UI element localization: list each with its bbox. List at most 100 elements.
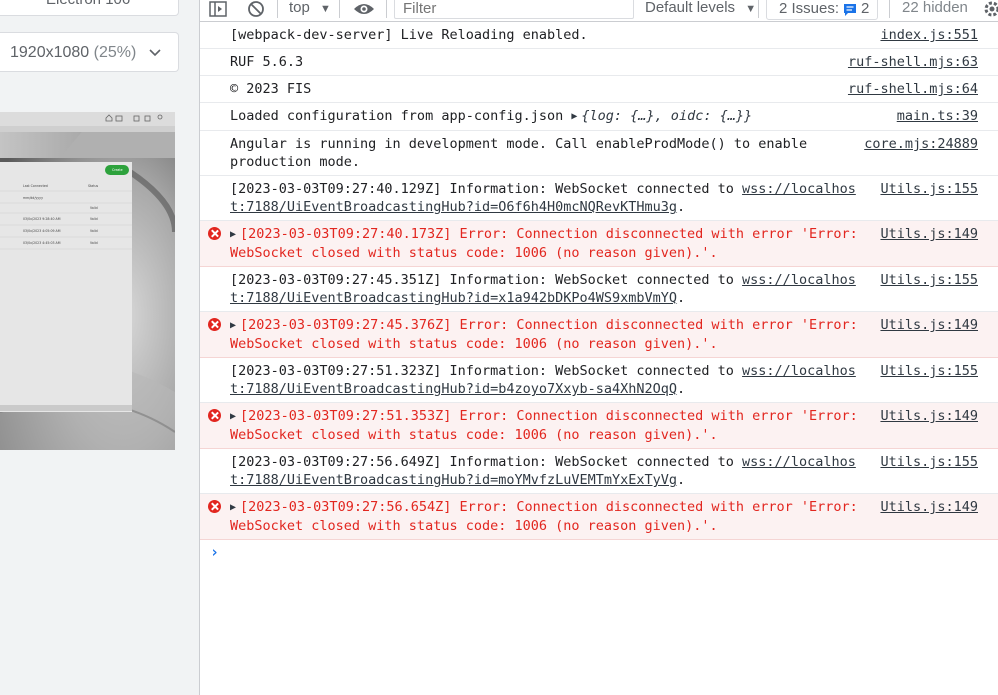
source-link[interactable]: Utils.js:155 [880,453,978,471]
toolbar-separator [386,0,387,18]
console-messages[interactable]: [webpack-dev-server] Live Reloading enab… [200,22,998,566]
source-link[interactable]: Utils.js:149 [880,407,978,425]
device-panel: Electron 106 1920x1080 (25%) [0,0,199,695]
caret-down-icon: ▼ [745,3,757,15]
message-tail: . [677,472,686,488]
message-text: [2023-03-03T09:27:51.323Z] Information: … [230,362,858,398]
error-icon [208,318,221,331]
svg-text:03/0x/2023 4:45:03 AM: 03/0x/2023 4:45:03 AM [23,241,61,245]
message-body: [2023-03-03T09:27:45.351Z] Information: … [230,272,743,288]
svg-text:Valid: Valid [90,206,98,210]
console-error: ▶ [2023-03-03T09:27:51.353Z] Error: Conne… [200,403,998,449]
toolbar-separator [889,0,890,18]
message-text: ▶ [2023-03-03T09:27:40.173Z] Error: Conne… [230,225,858,262]
zoom-value: (25%) [93,44,137,61]
object-preview[interactable]: {log: {…}, oidc: {…}} [581,108,752,124]
console-message: [2023-03-03T09:27:51.323Z] Information: … [200,358,998,403]
source-link[interactable]: Utils.js:155 [880,362,978,380]
eye-icon[interactable] [352,0,376,19]
device-selector[interactable]: Electron 106 [0,0,179,16]
preview-canvas: Last Connected Status Create mm/dd/yyyy … [0,112,175,450]
expand-triangle-icon[interactable]: ▶ [230,317,236,335]
message-tail: . [677,381,686,397]
svg-text:Valid: Valid [90,241,98,245]
issues-button[interactable]: 2 Issues: 2 [766,0,878,20]
message-text: ▶ [2023-03-03T09:27:56.654Z] Error: Conne… [230,498,858,535]
source-link[interactable]: Utils.js:149 [880,498,978,516]
resolution-text: 1920x1080 (25%) [10,44,136,62]
expand-triangle-icon[interactable]: ▶ [230,226,236,244]
device-label: Electron 106 [46,0,130,8]
source-link[interactable]: Utils.js:155 [880,271,978,289]
console-error: ▶ [2023-03-03T09:27:56.654Z] Error: Conne… [200,494,998,540]
chevron-down-icon [149,49,161,57]
expand-triangle-icon[interactable]: ▶ [230,499,236,517]
toolbar-separator [277,0,278,18]
resolution-value: 1920x1080 [10,44,90,61]
console-message: Loaded configuration from app-config.jso… [200,103,998,131]
message-text: ▶ [2023-03-03T09:27:45.376Z] Error: Conne… [230,316,858,353]
error-text: [2023-03-03T09:27:51.353Z] Error: Connec… [230,408,866,443]
svg-text:03/0x/2023 4:05:09 AM: 03/0x/2023 4:05:09 AM [23,229,61,233]
console-message: [webpack-dev-server] Live Reloading enab… [200,22,998,49]
message-icon [844,4,856,16]
message-text: [2023-03-03T09:27:45.351Z] Information: … [230,271,858,307]
expand-triangle-icon[interactable]: ▶ [571,108,577,126]
console-message: [2023-03-03T09:27:45.351Z] Information: … [200,267,998,312]
source-link[interactable]: Utils.js:155 [880,180,978,198]
issues-count: 2 [861,0,870,17]
console-message: [2023-03-03T09:27:40.129Z] Information: … [200,176,998,221]
source-link[interactable]: core.mjs:24889 [864,135,978,153]
resolution-selector[interactable]: 1920x1080 (25%) [0,32,179,72]
message-text: Loaded configuration from app-config.jso… [230,107,858,126]
filter-input[interactable] [394,0,634,19]
issues-label: 2 Issues: [779,0,840,17]
app-preview[interactable]: Last Connected Status Create mm/dd/yyyy … [0,112,175,450]
log-levels-label: Default levels [645,0,736,16]
source-link[interactable]: Utils.js:149 [880,316,978,334]
toolbar-separator [339,0,340,18]
caret-down-icon: ▼ [320,3,331,15]
prompt-chevron-icon: › [210,543,220,561]
message-text: [2023-03-03T09:27:40.129Z] Information: … [230,180,858,216]
error-icon [208,409,221,422]
console-message: © 2023 FIS ruf-shell.mjs:64 [200,76,998,103]
message-text: Angular is running in development mode. … [230,136,816,170]
message-text: [webpack-dev-server] Live Reloading enab… [230,27,588,43]
console-message: Angular is running in development mode. … [200,131,998,176]
console-message: RUF 5.6.3 ruf-shell.mjs:63 [200,49,998,76]
message-tail: . [677,199,686,215]
source-link[interactable]: ruf-shell.mjs:63 [848,53,978,71]
console-error: ▶ [2023-03-03T09:27:45.376Z] Error: Conne… [200,312,998,358]
svg-text:Valid: Valid [90,229,98,233]
source-link[interactable]: main.ts:39 [897,107,978,125]
svg-text:Valid: Valid [90,217,98,221]
error-icon [208,227,221,240]
console-message: [2023-03-03T09:27:56.649Z] Information: … [200,449,998,494]
console-toolbar: top ▼ Default levels ▼ 2 Issues: 2 22 hi… [200,0,998,22]
toolbar-separator [758,0,759,18]
source-link[interactable]: index.js:551 [880,26,978,44]
svg-text:Status: Status [88,184,98,188]
log-levels-dropdown[interactable]: Default levels ▼ [645,0,756,19]
console-prompt[interactable]: › [200,540,998,566]
gear-icon[interactable] [982,0,998,19]
source-link[interactable]: Utils.js:149 [880,225,978,243]
error-icon [208,500,221,513]
context-label: top [289,0,310,16]
message-body: [2023-03-03T09:27:40.129Z] Information: … [230,181,743,197]
context-selector[interactable]: top ▼ [289,0,331,19]
message-body: [2023-03-03T09:27:56.649Z] Information: … [230,454,743,470]
source-link[interactable]: ruf-shell.mjs:64 [848,80,978,98]
svg-text:mm/dd/yyyy: mm/dd/yyyy [23,196,43,200]
svg-text:Last Connected: Last Connected [23,184,48,188]
message-text: RUF 5.6.3 [230,54,304,70]
message-body: Loaded configuration from app-config.jso… [230,108,572,124]
clear-console-icon[interactable] [246,0,266,19]
message-text: © 2023 FIS [230,81,312,97]
error-text: [2023-03-03T09:27:56.654Z] Error: Connec… [230,499,866,534]
expand-triangle-icon[interactable]: ▶ [230,408,236,426]
sidebar-toggle-icon[interactable] [208,0,228,19]
message-text: ▶ [2023-03-03T09:27:51.353Z] Error: Conne… [230,407,858,444]
hidden-count: 22 hidden [902,0,968,16]
